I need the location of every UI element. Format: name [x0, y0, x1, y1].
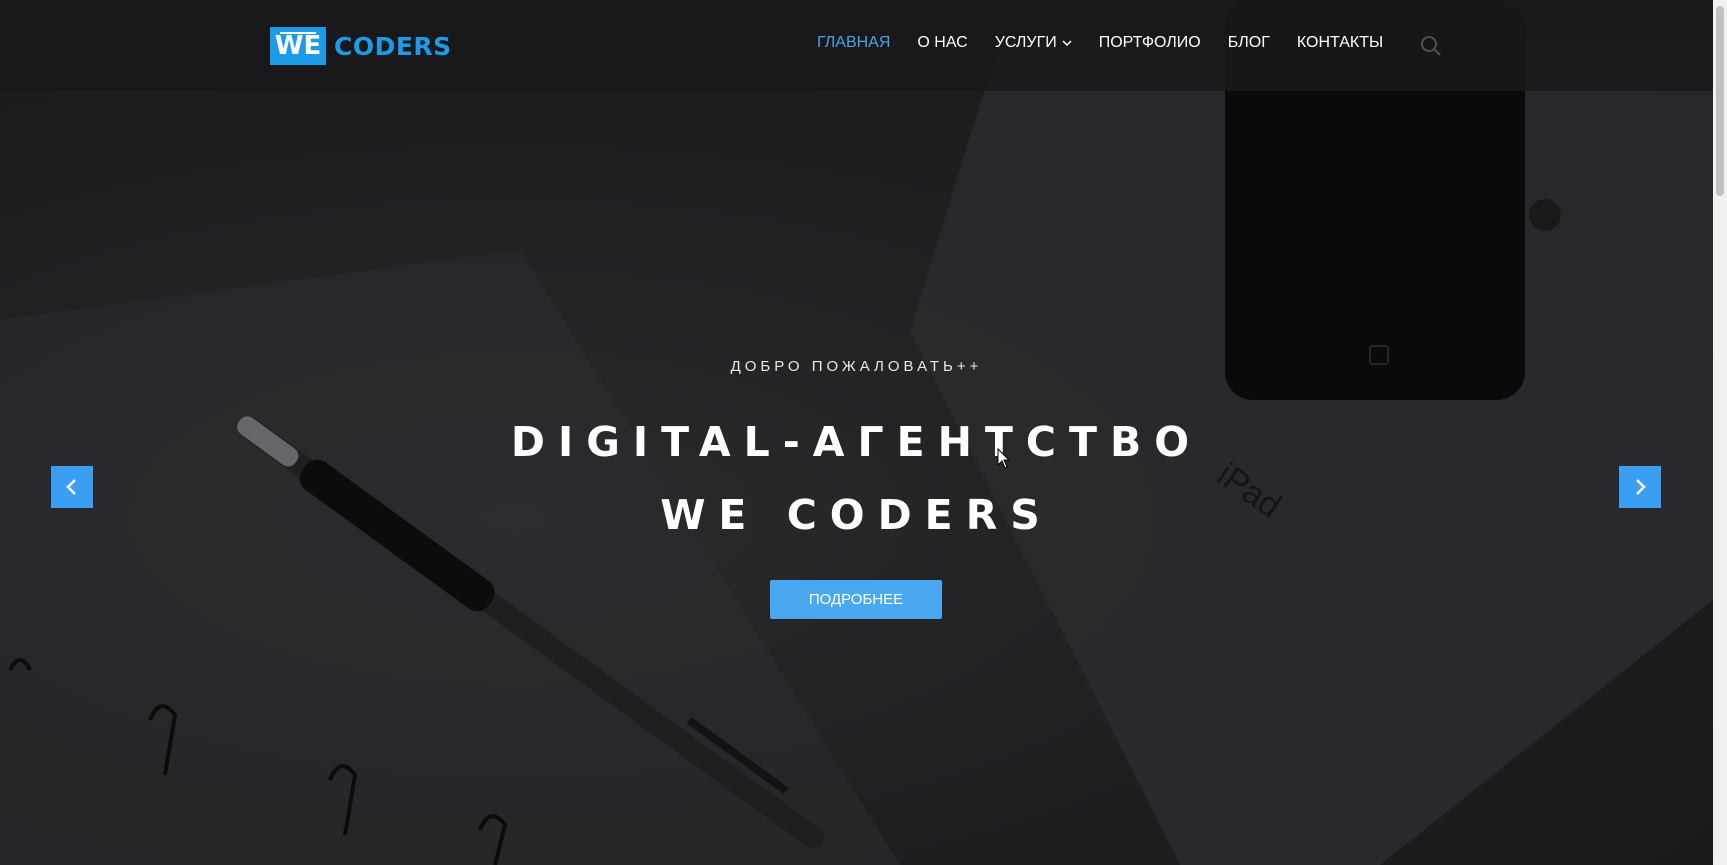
- slider-next-button[interactable]: [1619, 466, 1661, 508]
- vertical-scrollbar[interactable]: [1713, 0, 1727, 865]
- slider-prev-button[interactable]: [51, 466, 93, 508]
- hero-headline-line2: WE CODERS: [660, 491, 1053, 539]
- more-button[interactable]: ПОДРОБНЕЕ: [770, 580, 942, 619]
- hero-subtitle: ДОБРО ПОЖАЛОВАТЬ++: [730, 358, 983, 375]
- scrollbar-thumb[interactable]: [1716, 6, 1724, 196]
- hero-content: ДОБРО ПОЖАЛОВАТЬ++ DIGITAL-АГЕНТСТВО WE …: [0, 0, 1713, 865]
- chevron-left-icon: [66, 479, 76, 495]
- mouse-cursor-icon: [997, 448, 1011, 469]
- hero-headline-line1: DIGITAL-АГЕНТСТВО: [510, 418, 1203, 466]
- chevron-right-icon: [1636, 479, 1646, 495]
